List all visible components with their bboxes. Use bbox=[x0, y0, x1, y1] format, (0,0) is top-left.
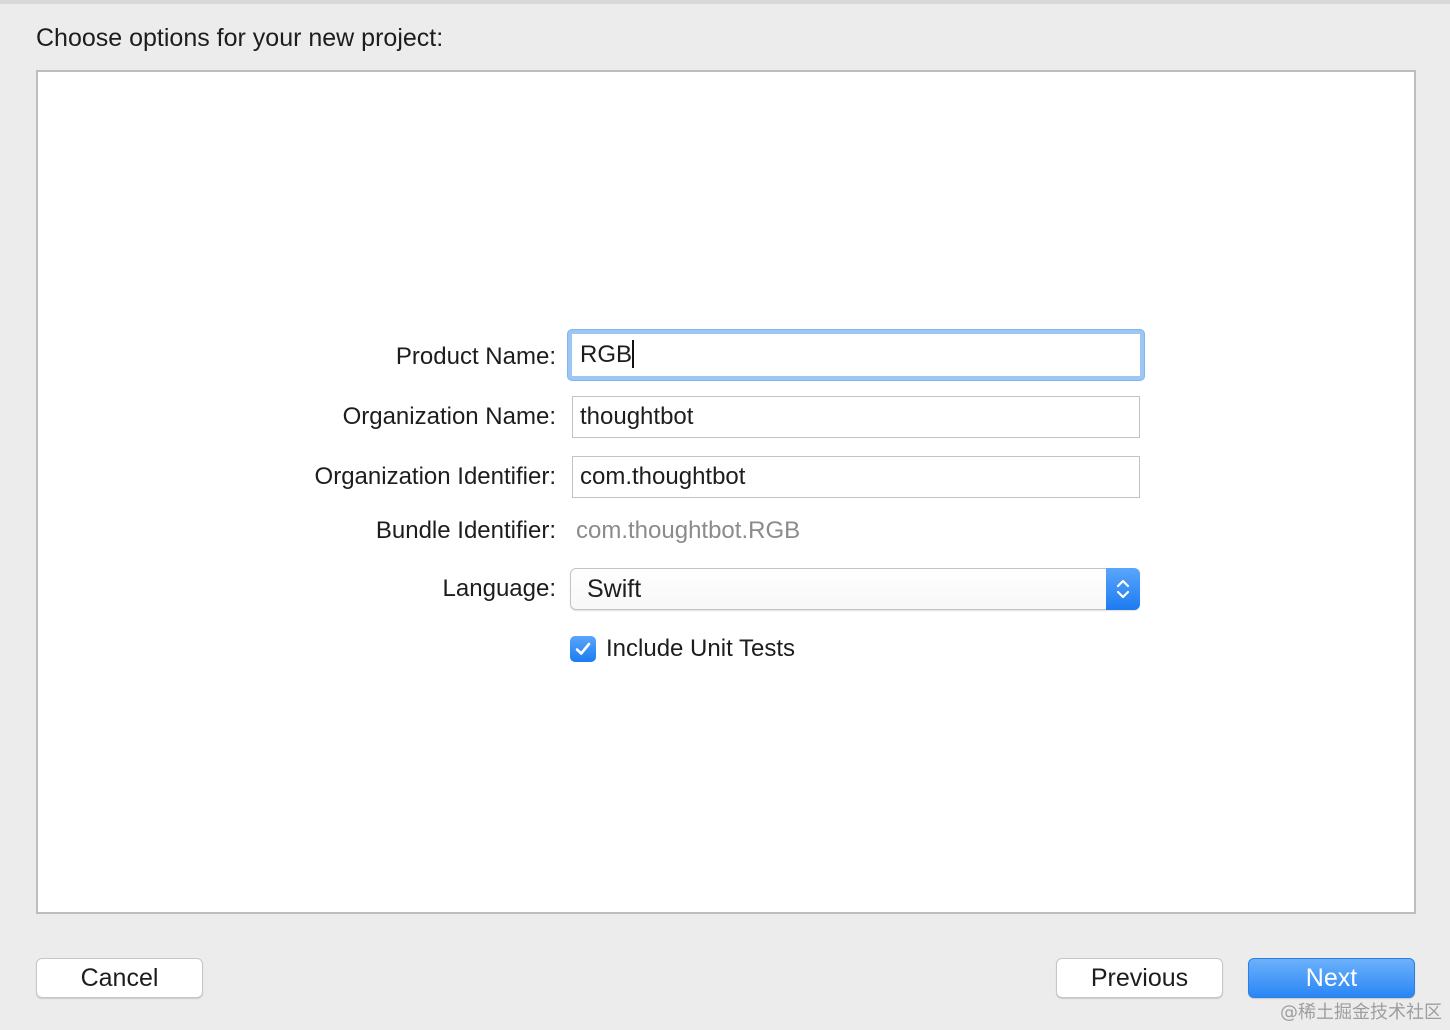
bundle-identifier-row: Bundle Identifier: com.thoughtbot.RGB bbox=[38, 508, 1418, 554]
page-title: Choose options for your new project: bbox=[36, 24, 444, 52]
next-button[interactable]: Next bbox=[1248, 958, 1415, 998]
cancel-button[interactable]: Cancel bbox=[36, 958, 203, 998]
include-unit-tests-checkbox[interactable] bbox=[570, 636, 596, 662]
product-name-value: RGB bbox=[580, 341, 633, 368]
options-panel: Product Name: RGB Organization Name: tho… bbox=[36, 70, 1416, 914]
organization-name-value: thoughtbot bbox=[580, 403, 694, 430]
organization-name-input[interactable]: thoughtbot bbox=[572, 396, 1140, 438]
organization-identifier-label: Organization Identifier: bbox=[314, 463, 556, 490]
new-project-options-window: Choose options for your new project: Pro… bbox=[0, 0, 1450, 1030]
language-selected-value: Swift bbox=[587, 575, 642, 603]
product-name-input[interactable]: RGB bbox=[568, 330, 1144, 380]
include-unit-tests-label[interactable]: Include Unit Tests bbox=[606, 634, 795, 664]
previous-button[interactable]: Previous bbox=[1056, 958, 1223, 998]
bundle-identifier-label: Bundle Identifier: bbox=[375, 517, 556, 544]
organization-name-row: Organization Name: thoughtbot bbox=[38, 394, 1418, 440]
organization-identifier-input[interactable]: com.thoughtbot bbox=[572, 456, 1140, 498]
chevron-up-down-icon[interactable] bbox=[1106, 568, 1140, 610]
organization-identifier-value: com.thoughtbot bbox=[580, 463, 746, 490]
text-caret bbox=[632, 339, 635, 368]
language-select[interactable]: Swift bbox=[570, 568, 1140, 610]
watermark: @稀土掘金技术社区 bbox=[1280, 1002, 1442, 1023]
checkmark-icon bbox=[575, 642, 591, 655]
product-name-label: Product Name: bbox=[395, 343, 556, 370]
language-label: Language: bbox=[442, 575, 556, 602]
bundle-identifier-value: com.thoughtbot.RGB bbox=[576, 517, 801, 544]
organization-name-label: Organization Name: bbox=[342, 403, 556, 430]
product-name-row: Product Name: RGB bbox=[38, 330, 1418, 380]
organization-identifier-row: Organization Identifier: com.thoughtbot bbox=[38, 454, 1418, 500]
language-row: Language: Swift bbox=[38, 566, 1418, 612]
